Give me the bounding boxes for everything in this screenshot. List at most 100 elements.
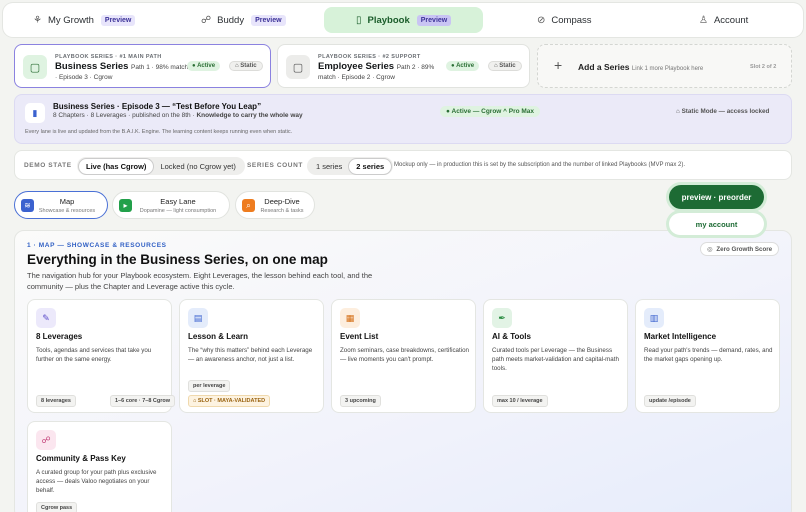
tab-compass[interactable]: ⊘ Compass xyxy=(537,7,592,33)
people-icon: ☍ xyxy=(36,430,56,450)
pen-icon: ✎ xyxy=(36,308,56,328)
card-chip: 1–6 core · 7–8 Cgrow xyxy=(110,395,176,407)
demo-state-bar: DEMO STATE Live (has Cgrow) Locked (no C… xyxy=(14,150,792,180)
card-title: Lesson & Learn xyxy=(188,332,249,341)
series-title: Employee Series Path 2 · 89% xyxy=(318,61,435,72)
slot-count: Slot 2 of 2 xyxy=(750,64,777,70)
demo-note: Mockup only — in production this is set … xyxy=(394,162,686,168)
state-locked-option[interactable]: Locked (no Cgrow yet) xyxy=(153,159,242,174)
tab-label: My Growth xyxy=(47,14,94,26)
banner-title: Business Series · Episode 3 — “Test Befo… xyxy=(53,102,262,111)
series-meta: match · Episode 2 · Cgrow xyxy=(318,74,395,81)
zero-growth-score-badge[interactable]: ◎ Zero Growth Score xyxy=(700,242,780,256)
banner-sub: 8 Chapters · 8 Leverages · published on … xyxy=(53,112,303,119)
card-chip: max 10 / leverage xyxy=(492,395,548,407)
chat-icon: ▢ xyxy=(286,55,310,79)
add-series-label: Add a Series Link 1 more Playbook here xyxy=(578,62,704,72)
card-desc: Read your path's trends — demand, rates,… xyxy=(644,347,773,363)
count-2-option[interactable]: 2 series xyxy=(349,158,392,174)
page-title: Everything in the Business Series, on on… xyxy=(27,252,328,267)
card-event-list[interactable]: ▦ Event List Zoom seminars, case breakdo… xyxy=(331,299,476,413)
demo-state-toggle: Live (has Cgrow) Locked (no Cgrow yet) xyxy=(77,157,245,175)
card-chip: Cgrow pass xyxy=(36,502,78,512)
tab-label: Compass xyxy=(551,14,592,26)
preorder-button[interactable]: preview · preorder xyxy=(669,185,764,209)
card-chip: per leverage xyxy=(188,380,231,392)
state-live-option[interactable]: Live (has Cgrow) xyxy=(79,158,154,174)
card-desc: Zoom seminars, case breakdowns, certific… xyxy=(340,347,469,363)
card-lesson-learn[interactable]: ▤ Lesson & Learn The “why this matters” … xyxy=(179,299,324,413)
card-title: Community & Pass Key xyxy=(36,454,126,463)
card-market-intelligence[interactable]: ▥ Market Intelligence Read your path's t… xyxy=(635,299,780,413)
card-title: AI & Tools xyxy=(492,332,531,341)
people-icon: ☍ xyxy=(201,14,212,26)
tab-label: Buddy xyxy=(217,14,245,26)
card-desc: The “why this matters” behind each Lever… xyxy=(188,347,313,363)
count-1-option[interactable]: 1 series xyxy=(309,159,349,174)
series-kicker: PLAYBOOK SERIES · #2 SUPPORT xyxy=(318,54,421,60)
lane-sub: Dopamine — light consumption xyxy=(139,208,217,214)
preview-badge: Preview xyxy=(416,14,452,26)
lane-title: Map xyxy=(59,197,75,206)
lane-easy[interactable]: ▸ Easy Lane Dopamine — light consumption xyxy=(112,191,230,219)
card-chip-warning: ⌂ SLOT · MAYA-VALIDATED xyxy=(188,395,271,407)
book-icon: ▯ xyxy=(356,14,362,26)
wrench-icon: ✒ xyxy=(492,308,512,328)
lane-title: Easy Lane xyxy=(160,197,196,206)
chart-icon: ▮ xyxy=(25,103,45,123)
card-chip: 3 upcoming xyxy=(340,395,381,407)
add-series-card[interactable]: + Add a Series Link 1 more Playbook here… xyxy=(537,44,792,88)
series-count-toggle: 1 series 2 series xyxy=(307,157,394,175)
series-kicker: PLAYBOOK SERIES · #1 MAIN PATH xyxy=(55,54,162,60)
section-kicker: 1 · MAP — SHOWCASE & RESOURCES xyxy=(27,242,167,249)
preview-badge: Preview xyxy=(100,14,136,26)
series-title: Business Series Path 1 · 98% match xyxy=(55,61,189,72)
static-badge: ⌂ Static xyxy=(229,61,263,71)
card-title: 8 Leverages xyxy=(36,332,83,341)
top-nav: ⚘ My Growth Preview ☍ Buddy Preview ▯ Pl… xyxy=(3,3,803,37)
calendar-icon: ▦ xyxy=(340,308,360,328)
chat-icon: ▢ xyxy=(23,55,47,79)
tab-playbook[interactable]: ▯ Playbook Preview xyxy=(324,7,483,33)
card-desc: Tools, agendas and services that take yo… xyxy=(36,347,152,363)
tab-label: Playbook xyxy=(367,14,410,26)
lane-deep-dive[interactable]: ⌕ Deep-Dive Research & tasks xyxy=(235,191,315,219)
series-count-label: SERIES COUNT xyxy=(247,162,303,169)
card-title: Market Intelligence xyxy=(644,332,717,341)
card-leverages[interactable]: ✎ 8 Leverages Tools, agendas and service… xyxy=(27,299,176,413)
lane-title: Deep-Dive xyxy=(264,197,300,206)
compass-icon: ⊘ xyxy=(537,14,546,26)
active-badge: ● Active xyxy=(187,61,221,71)
card-desc: Curated tools per Leverage — the Busines… xyxy=(492,347,619,372)
plus-icon: + xyxy=(554,57,563,73)
series-card-employee[interactable]: ▢ PLAYBOOK SERIES · #2 SUPPORT Employee … xyxy=(277,44,530,88)
card-ai-tools[interactable]: ✒ AI & Tools Curated tools per Leverage … xyxy=(483,299,628,413)
demo-state-label: DEMO STATE xyxy=(24,162,72,169)
card-chip: 8 leverages xyxy=(36,395,76,407)
preview-badge: Preview xyxy=(251,14,286,26)
card-desc: A curated group for your path plus exclu… xyxy=(36,469,157,494)
banner-note: Every lane is live and updated from the … xyxy=(25,129,293,135)
tab-my-growth[interactable]: ⚘ My Growth Preview xyxy=(33,7,136,33)
tab-label: Account xyxy=(713,14,749,26)
card-title: Event List xyxy=(340,332,379,341)
status-badge: ● Active — Cgrow ^ Pro Max xyxy=(440,106,541,117)
lane-sub: Research & tasks xyxy=(260,208,304,214)
static-mode-label: ⌂ Static Mode — access locked xyxy=(676,108,770,115)
tab-account[interactable]: ♙ Account xyxy=(699,7,748,33)
series-card-business[interactable]: ▢ PLAYBOOK SERIES · #1 MAIN PATH Busines… xyxy=(14,44,271,88)
lane-map[interactable]: ≋ Map Showcase & resources xyxy=(14,191,108,219)
series-meta: · Episode 3 · Cgrow xyxy=(55,74,113,81)
static-badge: ⌂ Static xyxy=(488,61,522,71)
section-lead: The navigation hub for your Playbook eco… xyxy=(27,271,373,291)
sprout-icon: ⚘ xyxy=(33,14,42,26)
bar-chart-icon: ▥ xyxy=(644,308,664,328)
lane-sub: Showcase & resources xyxy=(38,208,96,214)
book-icon: ▤ xyxy=(188,308,208,328)
active-badge: ● Active xyxy=(446,61,480,71)
tab-buddy[interactable]: ☍ Buddy Preview xyxy=(201,7,286,33)
person-icon: ♙ xyxy=(699,14,708,26)
episode-banner: ▮ Business Series · Episode 3 — “Test Be… xyxy=(14,94,792,144)
card-community-pass-key[interactable]: ☍ Community & Pass Key A curated group f… xyxy=(27,421,172,512)
my-account-button[interactable]: my account xyxy=(669,213,764,235)
